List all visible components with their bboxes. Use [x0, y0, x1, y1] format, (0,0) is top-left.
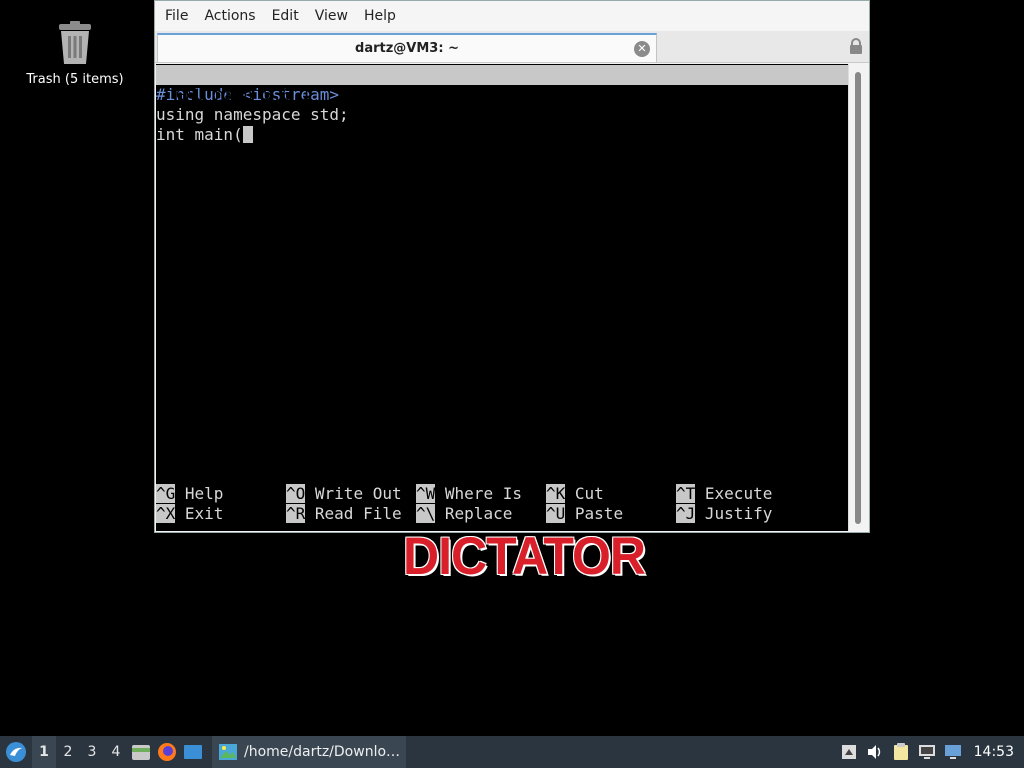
lock-icon[interactable]: [849, 38, 863, 54]
taskbar-window-button[interactable]: /home/dartz/Downlo…: [212, 736, 407, 768]
scrollbar[interactable]: [848, 64, 868, 531]
tab-bar: dartz@VM3: ~ ✕: [155, 31, 869, 63]
clipboard-button[interactable]: [888, 736, 914, 768]
trash-label: Trash (5 items): [26, 72, 124, 87]
workspace-3[interactable]: 3: [80, 736, 104, 768]
firefox-launcher[interactable]: [154, 736, 180, 768]
close-icon[interactable]: ✕: [634, 41, 650, 57]
terminal-window: File Actions Edit View Help dartz@VM3: ~…: [154, 0, 870, 533]
scrollbar-thumb[interactable]: [855, 72, 861, 524]
nano-titlebar: GNU nano 5.6.1 New Buffer *: [156, 65, 848, 124]
shortcut-exit: ^X Exit: [156, 504, 224, 523]
menu-actions[interactable]: Actions: [196, 1, 263, 31]
folder-icon: [132, 745, 150, 760]
network-button[interactable]: [914, 736, 940, 768]
menu-help[interactable]: Help: [356, 1, 404, 31]
shortcut-execute: ^T Execute: [676, 484, 773, 503]
arrow-up-icon: [841, 745, 856, 759]
menu-view[interactable]: View: [307, 1, 356, 31]
clock[interactable]: 14:53: [966, 744, 1024, 760]
tab-title: dartz@VM3: ~: [355, 41, 459, 56]
shortcut-justify: ^J Justify: [676, 504, 773, 523]
file-manager-launcher[interactable]: [128, 736, 154, 768]
tab-terminal[interactable]: dartz@VM3: ~ ✕: [157, 33, 657, 62]
volume-icon: [867, 745, 880, 759]
show-desktop-launcher[interactable]: [180, 736, 206, 768]
update-notifier-button[interactable]: [940, 736, 966, 768]
shortcut-replace: ^\ Replace: [416, 504, 513, 523]
menu-edit[interactable]: Edit: [264, 1, 307, 31]
shortcut-help: ^G Help: [156, 484, 224, 503]
trash-icon: [59, 21, 91, 64]
shortcut-read-file: ^R Read File: [286, 504, 402, 523]
code-line: int main(: [156, 125, 848, 145]
wallpaper-text: DICTATOR: [403, 526, 646, 586]
shortcut-where-is: ^W Where Is: [416, 484, 522, 503]
desktop-icon: [184, 745, 202, 759]
menubar: File Actions Edit View Help: [155, 1, 869, 31]
tray-up-arrow[interactable]: [836, 736, 862, 768]
shortcut-paste: ^U Paste: [546, 504, 624, 523]
workspace-4[interactable]: 4: [104, 736, 128, 768]
workspace-1[interactable]: 1: [32, 736, 56, 768]
nano-shortcuts: ^G Help ^O Write Out ^W Where Is ^K Cut …: [156, 484, 848, 524]
network-icon: [918, 745, 935, 759]
terminal-area[interactable]: GNU nano 5.6.1 New Buffer * #include <io…: [156, 64, 848, 531]
menu-file[interactable]: File: [157, 1, 196, 31]
nano-version: GNU nano 5.6.1: [176, 85, 311, 104]
nano-buffer-name: New Buffer *: [486, 105, 602, 124]
taskbar: 1 2 3 4 /home/dartz/Downlo… 14:53: [0, 736, 1024, 768]
lubuntu-logo-icon: [6, 742, 26, 762]
text-cursor: [242, 126, 253, 143]
firefox-icon: [158, 743, 176, 761]
system-tray: 14:53: [836, 736, 1024, 768]
taskbar-window-title: /home/dartz/Downlo…: [244, 744, 401, 760]
monitor-alert-icon: [944, 745, 961, 759]
shortcut-write-out: ^O Write Out: [286, 484, 402, 503]
clipboard-icon: [893, 743, 908, 760]
image-viewer-icon: [219, 744, 237, 760]
start-menu-button[interactable]: [0, 736, 32, 768]
volume-button[interactable]: [862, 736, 888, 768]
trash-desktop-icon[interactable]: Trash (5 items): [14, 20, 136, 87]
shortcut-cut: ^K Cut: [546, 484, 604, 503]
workspace-2[interactable]: 2: [56, 736, 80, 768]
